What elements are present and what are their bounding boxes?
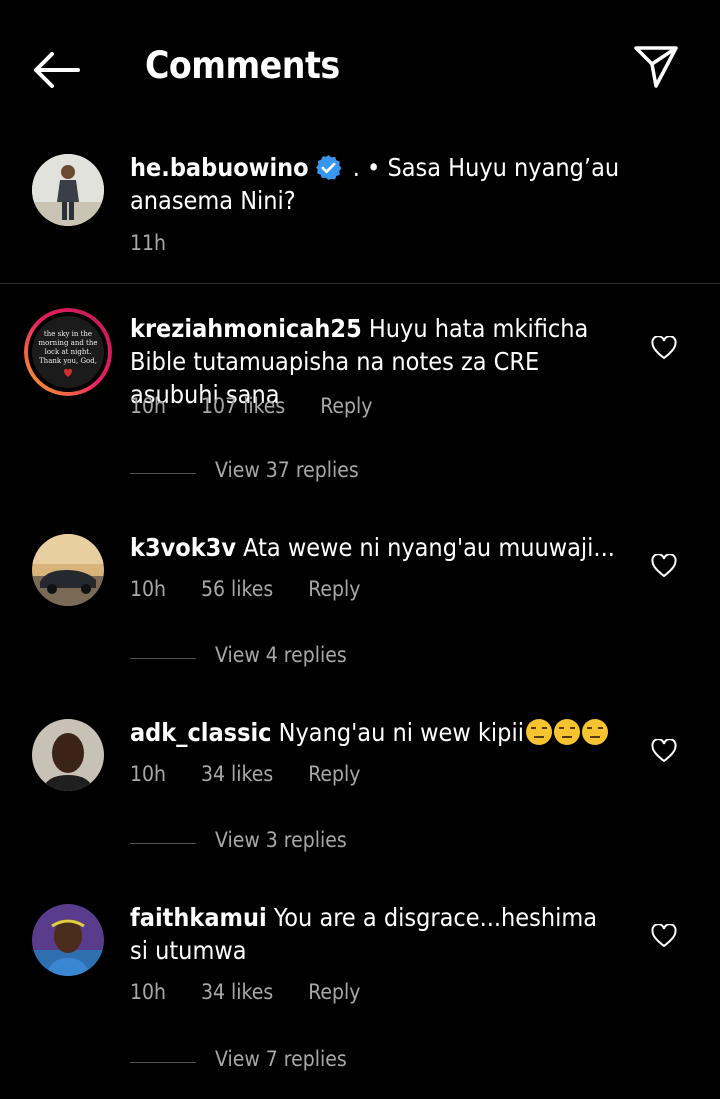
username[interactable]: k3vok3v [130,533,236,562]
page-title: Comments [145,44,340,87]
like-heart-icon[interactable] [651,336,677,360]
like-heart-icon[interactable] [651,739,677,763]
reply-button[interactable]: Reply [308,577,360,601]
username[interactable]: adk_classic [130,718,272,747]
reply-button[interactable]: Reply [320,394,372,418]
avatar[interactable] [32,719,104,791]
view-replies-label: View 7 replies [215,1047,347,1071]
view-replies-label: View 4 replies [215,643,347,667]
avatar[interactable] [32,904,104,976]
divider [130,473,196,474]
comment-meta: 10h 56 likes Reply [130,577,395,601]
header-bar: Comments [0,0,720,135]
divider [130,658,196,659]
timestamp: 11h [130,231,167,255]
view-replies-label: View 37 replies [215,458,359,482]
svg-text:lock at night.: lock at night. [45,348,92,356]
verified-badge-icon [315,155,342,180]
reply-button[interactable]: Reply [308,762,360,786]
comment-meta: 10h 34 likes Reply [130,980,395,1004]
timestamp: 10h [130,394,167,418]
view-replies-button[interactable]: View 7 replies [130,1047,390,1077]
timestamp: 10h [130,577,167,601]
svg-text:Thank you, God,: Thank you, God, [39,357,97,365]
comment-meta: 10h 34 likes Reply [130,762,395,786]
reply-button[interactable]: Reply [308,980,360,1004]
view-replies-label: View 3 replies [215,828,347,852]
divider [130,1062,196,1063]
avatar[interactable] [32,154,104,226]
timestamp: 10h [130,980,167,1004]
comment-meta: 10h 107 likes Reply [130,394,407,418]
view-replies-button[interactable]: View 37 replies [130,458,390,488]
share-send-icon[interactable] [632,42,680,90]
like-heart-icon[interactable] [651,554,677,578]
timestamp: 10h [130,762,167,786]
svg-text:morning and the: morning and the [38,339,97,347]
like-count[interactable]: 107 likes [201,394,285,418]
username[interactable]: kreziahmonicah25 [130,314,362,343]
avatar[interactable] [32,534,104,606]
unamused-emoji-icon [553,719,580,745]
back-arrow-icon[interactable] [30,48,82,92]
svg-text:the sky in the: the sky in the [44,330,92,338]
username[interactable]: he.babuowino [130,153,309,182]
username[interactable]: faithkamui [130,903,267,932]
comment-text: Ata wewe ni nyang'au muuwaji... [243,533,615,562]
comment-text: Nyang'au ni wew kipii [278,718,524,747]
like-count[interactable]: 34 likes [201,762,273,786]
view-replies-button[interactable]: View 4 replies [130,643,390,673]
view-replies-button[interactable]: View 3 replies [130,828,390,858]
like-count[interactable]: 56 likes [201,577,273,601]
avatar[interactable]: the sky in the morning and the lock at n… [24,308,112,396]
like-count[interactable]: 34 likes [201,980,273,1004]
like-heart-icon[interactable] [651,924,677,948]
post-caption: he.babuowino . • Sasa Huyu nyang’au anas… [0,135,720,284]
unamused-emoji-icon [525,719,552,745]
unamused-emoji-icon [581,719,608,745]
divider [130,843,196,844]
